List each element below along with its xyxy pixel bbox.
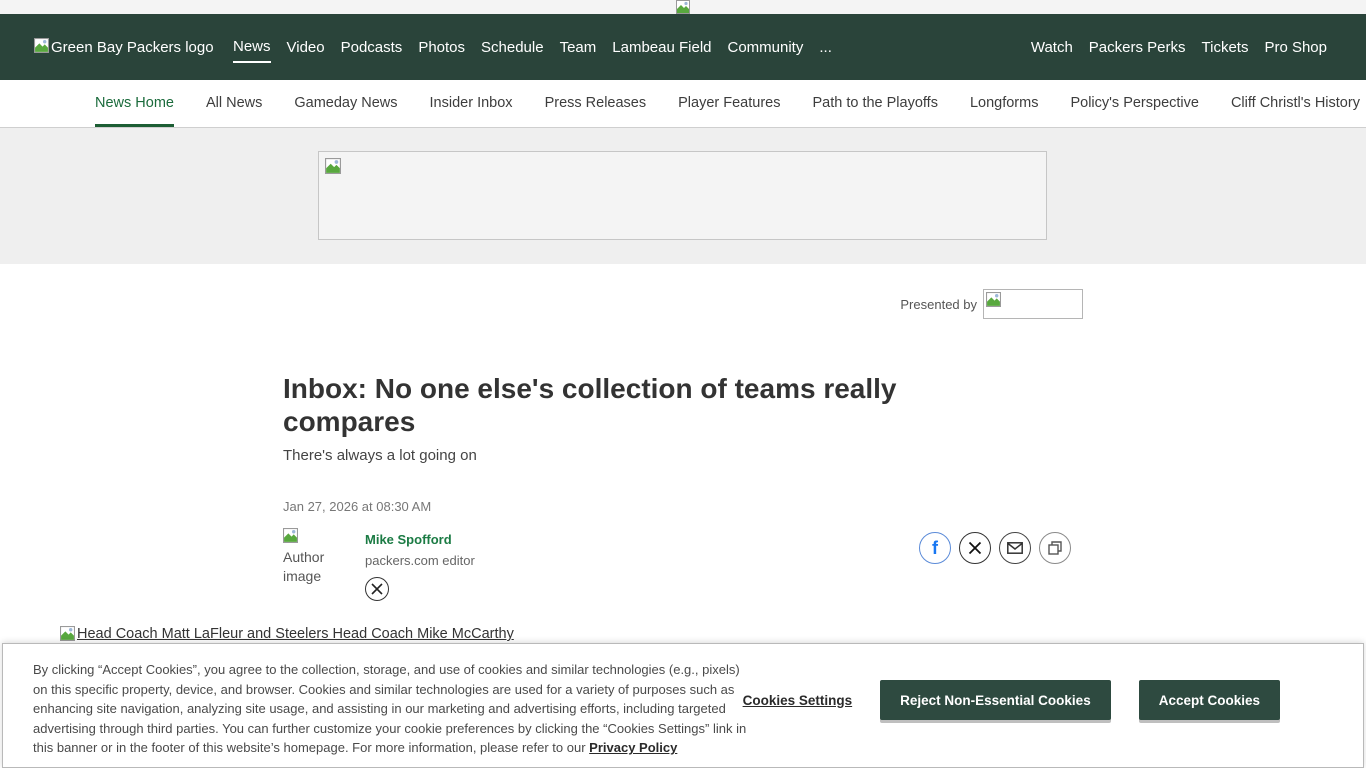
top-strip bbox=[0, 0, 1366, 14]
author-name-link[interactable]: Mike Spofford bbox=[365, 532, 475, 547]
nav-item-lambeau-field[interactable]: Lambeau Field bbox=[612, 33, 711, 62]
subnav-item-gameday-news[interactable]: Gameday News bbox=[294, 80, 397, 128]
subnav-item-news-home[interactable]: News Home bbox=[95, 80, 174, 128]
nav-item-schedule[interactable]: Schedule bbox=[481, 33, 544, 62]
author-x-twitter-icon[interactable] bbox=[365, 577, 389, 601]
broken-image-icon bbox=[34, 38, 49, 57]
nav-item-news[interactable]: News bbox=[233, 32, 271, 63]
nav-item-pro-shop[interactable]: Pro Shop bbox=[1264, 39, 1327, 56]
nav-item-photos[interactable]: Photos bbox=[418, 33, 465, 62]
main-header: Green Bay Packers logo News Video Podcas… bbox=[0, 14, 1366, 80]
reject-non-essential-cookies-button[interactable]: Reject Non-Essential Cookies bbox=[880, 680, 1111, 720]
share-facebook-icon[interactable]: f bbox=[919, 532, 951, 564]
share-x-icon[interactable] bbox=[959, 532, 991, 564]
author-meta: Mike Spofford packers.com editor bbox=[365, 528, 475, 601]
article-title: Inbox: No one else's collection of teams… bbox=[283, 372, 983, 438]
author-image-alt: Author image bbox=[283, 549, 324, 584]
subnav-item-cliff-christls-history[interactable]: Cliff Christl's History bbox=[1231, 80, 1360, 128]
broken-image-icon bbox=[325, 158, 341, 179]
site-logo[interactable]: Green Bay Packers logo bbox=[34, 38, 214, 57]
hero-image-alt-text: Head Coach Matt LaFleur and Steelers Hea… bbox=[77, 626, 514, 642]
sponsor-logo-placeholder[interactable] bbox=[983, 289, 1083, 319]
share-copy-link-icon[interactable] bbox=[1039, 532, 1071, 564]
nav-item-podcasts[interactable]: Podcasts bbox=[341, 33, 403, 62]
packers-news-page: Green Bay Packers logo News Video Podcas… bbox=[0, 0, 1366, 768]
share-email-icon[interactable] bbox=[999, 532, 1031, 564]
cookie-actions: Cookies Settings Reject Non-Essential Co… bbox=[743, 680, 1280, 720]
subnav-item-policys-perspective[interactable]: Policy's Perspective bbox=[1070, 80, 1198, 128]
logo-alt-text: Green Bay Packers logo bbox=[51, 39, 214, 56]
subnav-item-longforms[interactable]: Longforms bbox=[970, 80, 1039, 128]
author-role: packers.com editor bbox=[365, 553, 475, 568]
facebook-f-glyph: f bbox=[932, 538, 938, 559]
author-avatar-broken: Author image bbox=[283, 528, 339, 601]
subnav-item-path-to-the-playoffs[interactable]: Path to the Playoffs bbox=[812, 80, 937, 128]
subnav-item-all-news[interactable]: All News bbox=[206, 80, 262, 128]
cookie-consent-banner: By clicking “Accept Cookies”, you agree … bbox=[2, 643, 1364, 768]
nav-item-packers-perks[interactable]: Packers Perks bbox=[1089, 39, 1186, 56]
article-subtitle: There's always a lot going on bbox=[283, 447, 477, 464]
utility-nav: Watch Packers Perks Tickets Pro Shop bbox=[1031, 14, 1327, 80]
accept-cookies-button[interactable]: Accept Cookies bbox=[1139, 680, 1280, 720]
cookies-settings-link[interactable]: Cookies Settings bbox=[743, 693, 853, 708]
presented-by: Presented by bbox=[900, 289, 1083, 319]
nav-item-video[interactable]: Video bbox=[287, 33, 325, 62]
privacy-policy-link[interactable]: Privacy Policy bbox=[589, 740, 677, 755]
subnav-item-press-releases[interactable]: Press Releases bbox=[545, 80, 647, 128]
subnav-item-insider-inbox[interactable]: Insider Inbox bbox=[430, 80, 513, 128]
author-block: Author image Mike Spofford packers.com e… bbox=[283, 528, 475, 601]
cookie-policy-text: By clicking “Accept Cookies”, you agree … bbox=[33, 660, 751, 758]
nav-item-team[interactable]: Team bbox=[560, 33, 597, 62]
news-subnav: News Home All News Gameday News Insider … bbox=[0, 80, 1366, 128]
nav-more-ellipsis[interactable]: ... bbox=[819, 33, 832, 62]
primary-nav: News Video Podcasts Photos Schedule Team… bbox=[233, 14, 832, 80]
share-buttons: f bbox=[919, 532, 1071, 564]
nav-item-watch[interactable]: Watch bbox=[1031, 39, 1073, 56]
broken-image-icon bbox=[986, 292, 1001, 312]
subnav-item-player-features[interactable]: Player Features bbox=[678, 80, 780, 128]
broken-image-icon bbox=[283, 528, 298, 548]
ad-placeholder bbox=[318, 151, 1047, 240]
article-date: Jan 27, 2026 at 08:30 AM bbox=[283, 499, 431, 514]
nav-item-community[interactable]: Community bbox=[728, 33, 804, 62]
presented-by-label: Presented by bbox=[900, 297, 977, 312]
nav-item-tickets[interactable]: Tickets bbox=[1202, 39, 1249, 56]
ad-band bbox=[0, 128, 1366, 264]
